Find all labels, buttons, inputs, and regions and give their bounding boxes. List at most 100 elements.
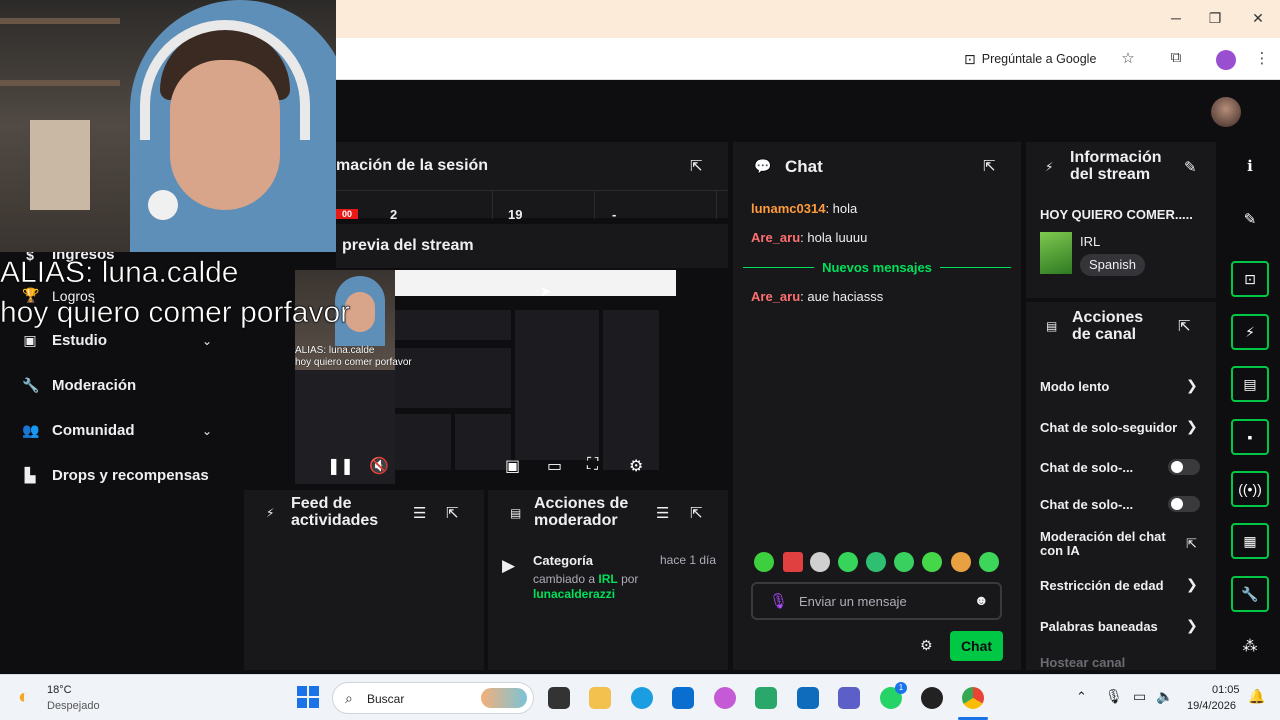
- emoji-picker-icon[interactable]: ☻: [974, 592, 989, 608]
- filter-icon[interactable]: ☰: [656, 504, 669, 522]
- weather-temp[interactable]: 18°C: [47, 684, 72, 696]
- emote-only-toggle[interactable]: [1168, 496, 1200, 512]
- emote-icon[interactable]: [922, 552, 942, 572]
- stream-category[interactable]: IRL: [1080, 234, 1100, 249]
- rail-layout-button[interactable]: ▦: [1231, 523, 1269, 559]
- settings-icon[interactable]: ⚙: [629, 456, 643, 476]
- edge-icon[interactable]: [631, 687, 653, 709]
- chrome-icon[interactable]: [962, 687, 984, 709]
- chat-username[interactable]: lunamc0314: [751, 201, 825, 216]
- action-banned-words[interactable]: Palabras baneadas: [1040, 619, 1158, 634]
- browser-profile-avatar[interactable]: [1216, 50, 1236, 70]
- rail-lightning-button[interactable]: ⚡: [1231, 314, 1269, 350]
- action-ai-moderation[interactable]: Moderación del chat con IA: [1040, 530, 1166, 558]
- action-slow-mode[interactable]: Modo lento: [1040, 379, 1109, 394]
- chat-input-placeholder: Enviar un mensaje: [799, 594, 907, 609]
- tray-microphone-icon[interactable]: 🎙: [1105, 688, 1123, 705]
- chat-username[interactable]: Are_aru: [751, 289, 800, 304]
- emote-icon[interactable]: [783, 552, 803, 572]
- emote-icon[interactable]: [838, 552, 858, 572]
- edit-pencil-icon[interactable]: ✎: [1240, 210, 1260, 228]
- taskbar-search[interactable]: ⌕ Buscar: [332, 682, 534, 714]
- m365-icon[interactable]: [755, 687, 777, 709]
- sidebar-item-estudio[interactable]: ▣ Estudio: [22, 332, 107, 349]
- external-link-icon[interactable]: ⇱: [1186, 536, 1197, 552]
- notifications-bell-icon[interactable]: 🔔: [1248, 688, 1265, 705]
- store-icon[interactable]: [672, 687, 694, 709]
- file-explorer-icon[interactable]: [589, 687, 611, 709]
- emote-icon[interactable]: [866, 552, 886, 572]
- stream-preview-video[interactable]: ALIAS: luna.calde hoy quiero comer porfa…: [295, 270, 676, 484]
- emote-icon[interactable]: [951, 552, 971, 572]
- pause-icon[interactable]: ❚❚: [327, 456, 354, 476]
- subs-only-toggle[interactable]: [1168, 459, 1200, 475]
- action-host-channel[interactable]: Hostear canal: [1040, 655, 1125, 670]
- popout-icon[interactable]: ⇱: [1178, 317, 1191, 335]
- language-tag[interactable]: Spanish: [1080, 254, 1145, 276]
- emote-icon[interactable]: [754, 552, 774, 572]
- microphone-foam: [148, 190, 178, 220]
- obs-icon[interactable]: [921, 687, 943, 709]
- ask-google-button[interactable]: ⊡ Pregúntale a Google: [964, 48, 1096, 70]
- chat-input[interactable]: 🎙 Enviar un mensaje ☻: [751, 582, 1002, 620]
- edit-pencil-icon[interactable]: ✎: [1184, 158, 1197, 176]
- rail-chat-button[interactable]: ▪: [1231, 419, 1269, 455]
- sidebar-item-moderacion[interactable]: 🔧 Moderación: [22, 377, 136, 394]
- emote-icon[interactable]: [979, 552, 999, 572]
- sidebar-item-comunidad[interactable]: 👥 Comunidad: [22, 422, 135, 439]
- clip-icon[interactable]: ▭: [547, 456, 562, 476]
- fullscreen-icon[interactable]: ⛶: [587, 456, 598, 474]
- mod-event-category-link[interactable]: IRL: [598, 572, 617, 586]
- taskbar-date[interactable]: 19/4/2026: [1187, 700, 1236, 712]
- rail-notes-button[interactable]: ▤: [1231, 366, 1269, 402]
- popout-icon[interactable]: ⇱: [690, 504, 703, 522]
- theater-mode-icon[interactable]: ▣: [505, 456, 520, 476]
- chevron-right-icon[interactable]: ❯: [1186, 576, 1198, 593]
- emote-icon[interactable]: [810, 552, 830, 572]
- rail-tools-button[interactable]: 🔧: [1231, 576, 1269, 612]
- browser-menu-icon[interactable]: ⋮: [1252, 49, 1272, 67]
- chat-username[interactable]: Are_aru: [751, 230, 800, 245]
- info-icon[interactable]: ℹ: [1240, 157, 1260, 175]
- windows-start-icon[interactable]: [297, 686, 319, 708]
- task-view-icon[interactable]: [548, 687, 570, 709]
- rail-broadcast-button[interactable]: ((•)): [1231, 471, 1269, 507]
- taskbar-time[interactable]: 01:05: [1212, 684, 1240, 696]
- chevron-down-icon[interactable]: ⌄: [202, 334, 212, 348]
- chat-settings-icon[interactable]: ⚙: [920, 637, 933, 654]
- action-emote-only[interactable]: Chat de solo-...: [1040, 497, 1133, 512]
- teams-icon[interactable]: [838, 687, 860, 709]
- rail-camera-button[interactable]: ⊡: [1231, 261, 1269, 297]
- popout-icon[interactable]: ⇱: [690, 157, 703, 175]
- bookmark-star-icon[interactable]: ☆: [1118, 49, 1138, 67]
- filter-icon[interactable]: ☰: [413, 504, 426, 522]
- popout-icon[interactable]: ⇱: [983, 157, 996, 175]
- extensions-icon[interactable]: ⁂: [1240, 637, 1260, 655]
- close-icon[interactable]: ✕: [1248, 10, 1268, 27]
- minimize-icon[interactable]: ─: [1166, 10, 1186, 26]
- tray-chevron-up-icon[interactable]: ⌃: [1076, 689, 1087, 705]
- tray-network-icon[interactable]: ▭: [1133, 688, 1146, 705]
- stream-title: HOY QUIERO COMER.....: [1040, 207, 1193, 222]
- tray-volume-icon[interactable]: 🔈: [1156, 688, 1173, 705]
- outlook-icon[interactable]: [797, 687, 819, 709]
- extensions-icon[interactable]: ⧉: [1166, 49, 1186, 66]
- chevron-right-icon[interactable]: ❯: [1186, 617, 1198, 634]
- copilot-icon[interactable]: [714, 687, 736, 709]
- action-followers-only[interactable]: Chat de solo-seguidor: [1040, 420, 1180, 435]
- chevron-right-icon[interactable]: ❯: [1186, 377, 1198, 394]
- microphone-icon[interactable]: 🎙: [769, 592, 788, 610]
- chevron-down-icon[interactable]: ⌄: [202, 424, 212, 438]
- chevron-right-icon[interactable]: ❯: [1186, 418, 1198, 435]
- sidebar-item-drops[interactable]: ▙ Drops y recompensas: [22, 467, 209, 484]
- taskbar-search-placeholder: Buscar: [367, 692, 405, 706]
- emote-icon[interactable]: [894, 552, 914, 572]
- popout-icon[interactable]: ⇱: [446, 504, 459, 522]
- action-subs-only[interactable]: Chat de solo-...: [1040, 460, 1133, 475]
- action-age-restriction[interactable]: Restricción de edad: [1040, 578, 1164, 593]
- chat-send-button[interactable]: Chat: [950, 631, 1003, 661]
- maximize-icon[interactable]: ❐: [1205, 10, 1225, 27]
- mute-icon[interactable]: 🔇: [369, 456, 389, 476]
- mod-event-user-link[interactable]: lunacalderazzi: [533, 587, 615, 601]
- user-avatar[interactable]: [1211, 97, 1241, 127]
